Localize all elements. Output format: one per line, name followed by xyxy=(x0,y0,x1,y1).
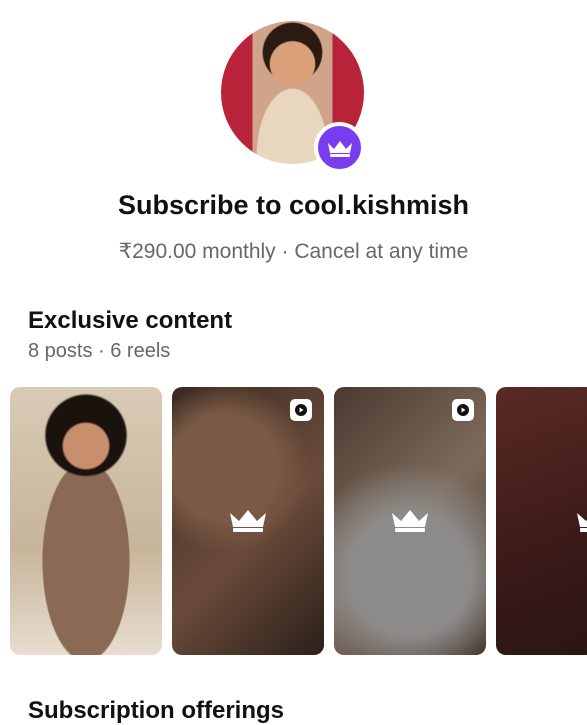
content-thumbnail[interactable] xyxy=(10,387,162,655)
exclusive-content-count: 8 posts · 6 reels xyxy=(28,340,171,362)
profile-avatar-container xyxy=(221,21,365,173)
subscription-offerings-title: Subscription offerings xyxy=(28,697,285,724)
exclusive-content-title: Exclusive content xyxy=(28,307,233,334)
crown-icon xyxy=(392,510,428,532)
content-thumbnail-locked[interactable] xyxy=(172,387,324,655)
play-icon xyxy=(290,399,312,421)
content-thumbnail-locked[interactable] xyxy=(334,387,486,655)
subscriber-badge xyxy=(314,122,365,173)
play-icon xyxy=(452,399,474,421)
price-line: ₹290.00 monthly · Cancel at any time xyxy=(118,240,469,263)
crown-icon xyxy=(577,513,587,532)
content-thumbnail-locked[interactable] xyxy=(496,387,587,655)
crown-icon xyxy=(327,140,352,157)
crown-icon xyxy=(230,510,266,532)
page-title: Subscribe to cool.kishmish xyxy=(117,190,470,220)
